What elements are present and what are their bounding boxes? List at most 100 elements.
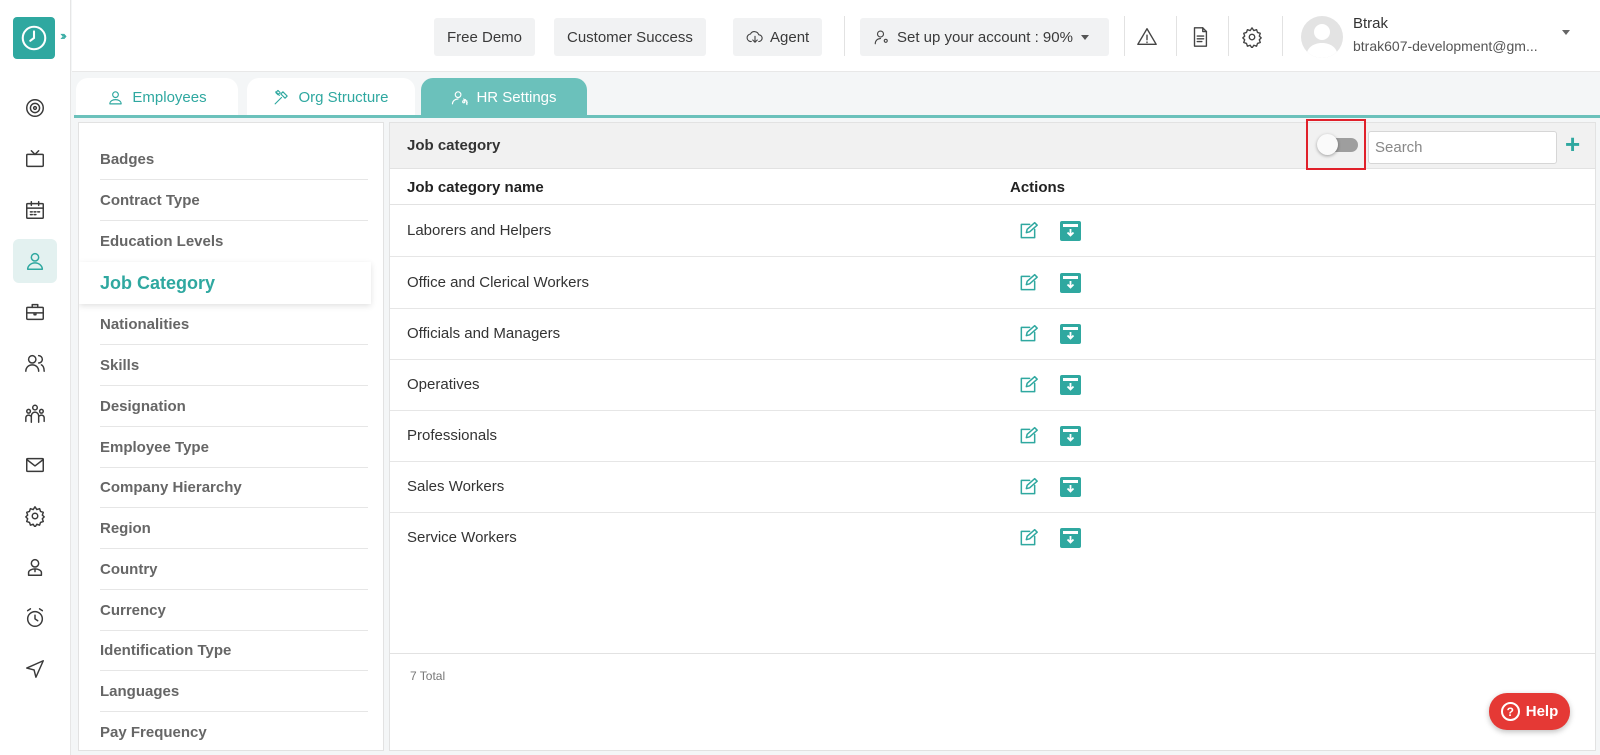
menu-item-pay-frequency[interactable]: Pay Frequency bbox=[79, 712, 371, 750]
employee-icon[interactable] bbox=[13, 239, 57, 283]
total-count: 7 Total bbox=[410, 669, 446, 683]
menu-item-languages[interactable]: Languages bbox=[79, 671, 371, 712]
warning-icon[interactable] bbox=[1134, 24, 1160, 50]
gear-icon[interactable] bbox=[1239, 24, 1265, 50]
caret-down-icon bbox=[1080, 34, 1089, 40]
menu-item-identification-type[interactable]: Identification Type bbox=[79, 630, 371, 671]
settings-icon[interactable] bbox=[13, 494, 57, 538]
avatar[interactable] bbox=[1301, 16, 1343, 58]
free-demo-label: Free Demo bbox=[447, 28, 523, 46]
agent-label: Agent bbox=[770, 28, 810, 46]
top-bar: Free Demo Customer Success Agent Set up … bbox=[72, 0, 1600, 72]
help-label: Help bbox=[1525, 703, 1559, 720]
table-row[interactable]: Sales Workers bbox=[390, 461, 1595, 513]
hr-settings-menu: Badges Contract Type Education Levels Jo… bbox=[78, 122, 384, 751]
document-icon[interactable] bbox=[1187, 24, 1213, 50]
divider bbox=[844, 16, 845, 56]
tab-underline bbox=[74, 115, 1600, 118]
edit-icon[interactable] bbox=[1018, 375, 1038, 395]
tv-icon[interactable] bbox=[13, 137, 57, 181]
table-row[interactable]: Laborers and Helpers bbox=[390, 205, 1595, 257]
archive-icon[interactable] bbox=[1060, 324, 1081, 344]
free-demo-button[interactable]: Free Demo bbox=[434, 18, 536, 56]
person-icon bbox=[109, 90, 123, 104]
mail-icon[interactable] bbox=[13, 443, 57, 487]
help-question-icon: ? bbox=[1500, 702, 1520, 721]
archive-icon[interactable] bbox=[1060, 375, 1081, 395]
archive-toggle-knob[interactable] bbox=[1317, 134, 1338, 155]
edit-icon[interactable] bbox=[1018, 273, 1038, 293]
table-row[interactable]: Officials and Managers bbox=[390, 308, 1595, 360]
edit-icon[interactable] bbox=[1018, 221, 1038, 241]
tab-employees[interactable]: Employees bbox=[76, 78, 238, 116]
menu-item-region[interactable]: Region bbox=[79, 508, 371, 549]
menu-item-education-levels[interactable]: Education Levels bbox=[79, 221, 371, 262]
dashboard-icon[interactable] bbox=[13, 86, 57, 130]
menu-item-designation[interactable]: Designation bbox=[79, 386, 371, 427]
page-title: Job category bbox=[407, 137, 501, 154]
agent-button[interactable]: Agent bbox=[733, 18, 823, 56]
edit-icon[interactable] bbox=[1018, 477, 1038, 497]
edit-icon[interactable] bbox=[1018, 324, 1038, 344]
menu-item-nationalities[interactable]: Nationalities bbox=[79, 304, 371, 345]
archive-toggle-highlight bbox=[1306, 119, 1366, 170]
customer-success-button[interactable]: Customer Success bbox=[554, 18, 706, 56]
setup-account-label: Set up your account : 90% bbox=[897, 28, 1073, 46]
tab-hr-settings-label: HR Settings bbox=[476, 88, 557, 106]
row-name: Office and Clerical Workers bbox=[407, 274, 590, 291]
archive-icon[interactable] bbox=[1060, 477, 1081, 497]
edit-icon[interactable] bbox=[1018, 528, 1038, 548]
user-avatar-icon bbox=[1306, 24, 1338, 58]
menu-item-currency[interactable]: Currency bbox=[79, 590, 371, 631]
menu-item-company-hierarchy[interactable]: Company Hierarchy bbox=[79, 467, 371, 508]
menu-item-skills[interactable]: Skills bbox=[79, 345, 371, 386]
users-icon[interactable] bbox=[13, 341, 57, 385]
divider bbox=[1176, 16, 1177, 56]
panel-header: Job category + bbox=[390, 119, 1595, 170]
archive-icon[interactable] bbox=[1060, 221, 1081, 241]
edit-icon[interactable] bbox=[1018, 426, 1038, 446]
menu-item-badges[interactable]: Badges bbox=[79, 139, 371, 180]
table-row[interactable]: Office and Clerical Workers bbox=[390, 257, 1595, 309]
menu-item-contract-type[interactable]: Contract Type bbox=[79, 180, 371, 221]
user-settings-icon bbox=[452, 90, 469, 105]
alarm-clock-icon[interactable] bbox=[13, 596, 57, 640]
table-row[interactable]: Professionals bbox=[390, 410, 1595, 462]
app-logo[interactable] bbox=[13, 17, 55, 59]
expand-menu-icon[interactable]: ››› bbox=[60, 28, 67, 43]
user-email[interactable]: btrak607-development@gm... bbox=[1353, 38, 1538, 54]
tab-hr-settings[interactable]: HR Settings bbox=[421, 78, 587, 116]
search-input[interactable] bbox=[1368, 131, 1557, 164]
tools-icon bbox=[275, 89, 289, 104]
menu-item-employee-type[interactable]: Employee Type bbox=[79, 427, 371, 468]
archive-icon[interactable] bbox=[1060, 528, 1081, 548]
row-name: Professionals bbox=[407, 427, 498, 444]
menu-item-country[interactable]: Country bbox=[79, 549, 371, 590]
table-header: Job category name Actions bbox=[390, 169, 1595, 205]
job-category-panel: Job category + Job category name Actions… bbox=[389, 119, 1596, 751]
help-button[interactable]: ? Help bbox=[1489, 693, 1570, 730]
row-name: Service Workers bbox=[407, 529, 517, 546]
user-name[interactable]: Btrak bbox=[1353, 15, 1388, 32]
archive-icon[interactable] bbox=[1060, 426, 1081, 446]
divider bbox=[1228, 16, 1229, 56]
send-icon[interactable] bbox=[13, 647, 57, 691]
calendar-icon[interactable] bbox=[13, 188, 57, 232]
briefcase-icon[interactable] bbox=[13, 290, 57, 334]
tab-org-structure[interactable]: Org Structure bbox=[247, 78, 415, 116]
column-header-name[interactable]: Job category name bbox=[407, 179, 544, 196]
user-menu-caret-icon[interactable] bbox=[1562, 30, 1570, 35]
row-name: Sales Workers bbox=[407, 478, 505, 495]
profile-badge-icon[interactable] bbox=[13, 545, 57, 589]
cloud-download-icon bbox=[746, 31, 763, 43]
menu-item-job-category[interactable]: Job Category bbox=[79, 262, 371, 304]
setup-account-dropdown[interactable]: Set up your account : 90% bbox=[860, 18, 1109, 56]
table-row[interactable]: Operatives bbox=[390, 359, 1595, 411]
divider bbox=[1282, 16, 1283, 56]
table-row[interactable]: Service Workers bbox=[390, 512, 1595, 564]
add-job-category-button[interactable]: + bbox=[1565, 129, 1580, 159]
team-icon[interactable] bbox=[13, 392, 57, 436]
archive-icon[interactable] bbox=[1060, 273, 1081, 293]
tab-employees-label: Employees bbox=[132, 88, 207, 106]
tab-org-structure-label: Org Structure bbox=[298, 88, 389, 106]
